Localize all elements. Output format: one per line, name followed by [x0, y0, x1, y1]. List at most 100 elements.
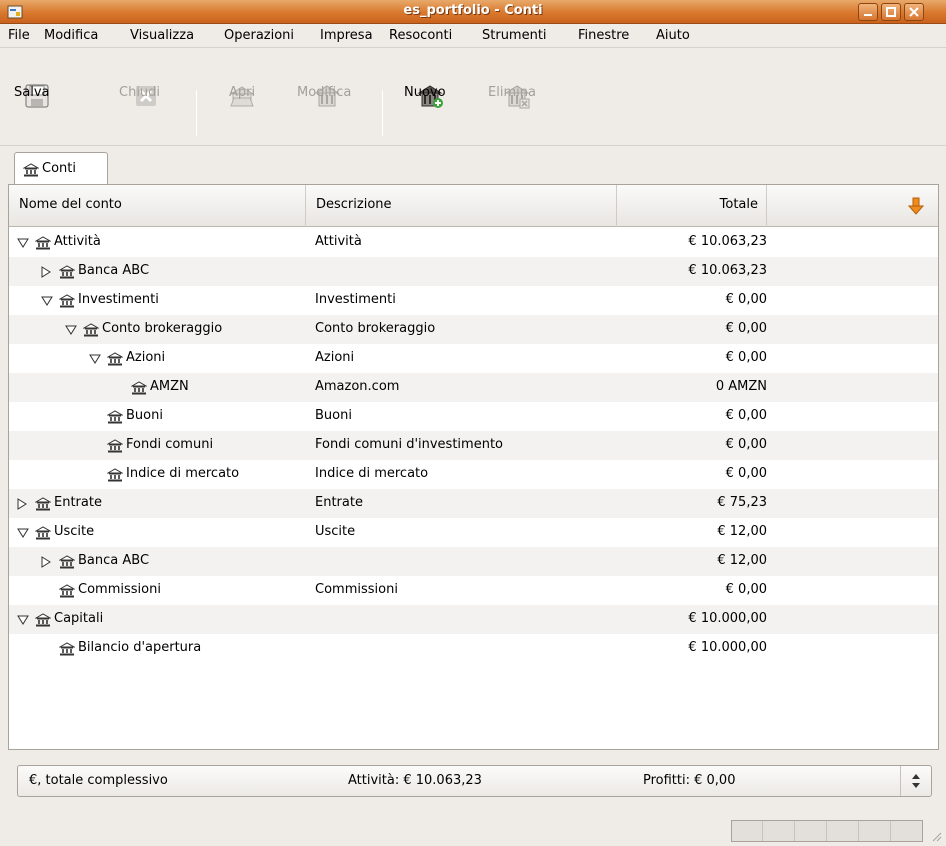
tab-conti[interactable]: Conti: [14, 152, 108, 185]
bank-icon: [106, 351, 124, 371]
menu-aiuto[interactable]: Aiuto: [656, 28, 690, 43]
maximize-button[interactable]: [881, 3, 901, 21]
close-icon: [909, 7, 919, 17]
menu-file[interactable]: File: [8, 28, 30, 43]
account-description: Investimenti: [315, 292, 396, 307]
bank-icon: [23, 163, 39, 177]
account-total: € 0,00: [725, 408, 767, 423]
resize-grip-icon[interactable]: [930, 830, 942, 842]
expander-open-icon[interactable]: [17, 527, 29, 542]
account-name: Attività: [54, 234, 101, 249]
account-total: € 12,00: [717, 553, 767, 568]
up-down-arrows-icon: [912, 774, 920, 788]
table-row[interactable]: Attività Attività € 10.063,23: [9, 228, 938, 257]
summary-profits: Profitti: € 0,00: [643, 773, 736, 788]
bank-icon: [34, 496, 52, 516]
account-description: Buoni: [315, 408, 352, 423]
account-total: € 10.063,23: [688, 263, 767, 278]
table-row[interactable]: Banca ABC € 12,00: [9, 547, 938, 576]
delete-label: Elimina: [488, 85, 536, 100]
expander-closed-icon[interactable]: [41, 556, 51, 572]
edit-label: Modifica: [297, 85, 352, 100]
column-header-total[interactable]: Totale: [617, 185, 767, 227]
menu-resoconti[interactable]: Resoconti: [389, 28, 452, 43]
minimize-button[interactable]: [858, 3, 878, 21]
table-row[interactable]: Uscite Uscite € 12,00: [9, 518, 938, 547]
menu-operazioni[interactable]: Operazioni: [224, 28, 294, 43]
table-row[interactable]: Bilancio d'apertura € 10.000,00: [9, 634, 938, 663]
table-row[interactable]: Conto brokeraggio Conto brokeraggio € 0,00: [9, 315, 938, 344]
account-name: Indice di mercato: [126, 466, 240, 481]
table-row[interactable]: Buoni Buoni € 0,00: [9, 402, 938, 431]
expander-closed-icon[interactable]: [17, 498, 27, 514]
account-total: € 0,00: [725, 321, 767, 336]
bank-icon: [34, 525, 52, 545]
tree-header: Nome del conto Descrizione Totale: [9, 185, 938, 227]
window-title: es_portfolio - Conti: [403, 3, 543, 18]
table-row[interactable]: Banca ABC € 10.063,23: [9, 257, 938, 286]
expander-closed-icon[interactable]: [41, 266, 51, 282]
open-label: Apri: [229, 85, 256, 100]
account-description: Fondi comuni d'investimento: [315, 437, 503, 452]
new-label: Nuovo: [404, 85, 446, 100]
summary-bar[interactable]: €, totale complessivo Attività: € 10.063…: [17, 765, 932, 797]
close-window-button[interactable]: [904, 3, 924, 21]
column-selector-arrow-icon[interactable]: [907, 197, 925, 215]
bank-icon: [34, 235, 52, 255]
menu-impresa[interactable]: Impresa: [320, 28, 373, 43]
account-description: Azioni: [315, 350, 355, 365]
column-header-description[interactable]: Descrizione: [306, 185, 617, 227]
account-name: Fondi comuni: [126, 437, 214, 452]
account-name: Conto brokeraggio: [102, 321, 223, 336]
account-description: Indice di mercato: [315, 466, 429, 481]
menu-bar: File Modifica Visualizza Operazioni Impr…: [0, 24, 946, 48]
account-name: Entrate: [54, 495, 102, 510]
account-name: AMZN: [150, 379, 189, 394]
account-description: Entrate: [315, 495, 363, 510]
menu-strumenti[interactable]: Strumenti: [482, 28, 547, 43]
table-row[interactable]: Capitali € 10.000,00: [9, 605, 938, 634]
account-total: € 10.000,00: [688, 611, 767, 626]
account-description: Amazon.com: [315, 379, 400, 394]
expander-open-icon[interactable]: [17, 237, 29, 252]
account-name: Uscite: [54, 524, 95, 539]
title-bar[interactable]: es_portfolio - Conti: [0, 0, 946, 24]
table-row[interactable]: Indice di mercato Indice di mercato € 0,00: [9, 460, 938, 489]
table-row[interactable]: Entrate Entrate € 75,23: [9, 489, 938, 518]
bank-icon: [58, 554, 76, 574]
account-name: Investimenti: [78, 292, 159, 307]
account-total: 0 AMZN: [715, 379, 767, 394]
account-name: Bilancio d'apertura: [78, 640, 202, 655]
toolbar-separator: [196, 90, 197, 136]
table-row[interactable]: AMZN Amazon.com 0 AMZN: [9, 373, 938, 402]
menu-modifica[interactable]: Modifica: [44, 28, 98, 43]
bank-icon: [58, 264, 76, 284]
column-header-name[interactable]: Nome del conto: [9, 185, 306, 227]
account-name: Banca ABC: [78, 553, 150, 568]
bank-icon: [106, 438, 124, 458]
expander-open-icon[interactable]: [65, 324, 77, 339]
table-row[interactable]: Fondi comuni Fondi comuni d'investimento €…: [9, 431, 938, 460]
account-total: € 12,00: [717, 524, 767, 539]
expander-open-icon[interactable]: [41, 295, 53, 310]
table-row[interactable]: Azioni Azioni € 0,00: [9, 344, 938, 373]
expander-open-icon[interactable]: [89, 353, 101, 368]
bank-icon: [130, 380, 148, 400]
account-total: € 0,00: [725, 350, 767, 365]
bank-icon: [82, 322, 100, 342]
account-description: Conto brokeraggio: [315, 321, 436, 336]
account-total: € 10.000,00: [688, 640, 767, 655]
accounts-tree[interactable]: Nome del conto Descrizione Totale Attivi…: [8, 184, 939, 750]
minimize-icon: [864, 14, 872, 16]
menu-finestre[interactable]: Finestre: [578, 28, 629, 43]
table-row[interactable]: Investimenti Investimenti € 0,00: [9, 286, 938, 315]
account-total: € 0,00: [725, 582, 767, 597]
summary-selector[interactable]: [900, 766, 932, 796]
summary-assets: Attività: € 10.063,23: [348, 773, 482, 788]
tab-label: Conti: [42, 161, 76, 176]
account-description: Commissioni: [315, 582, 398, 597]
expander-open-icon[interactable]: [17, 614, 29, 629]
toolbar-separator: [382, 90, 383, 136]
table-row[interactable]: Commissioni Commissioni € 0,00: [9, 576, 938, 605]
menu-visualizza[interactable]: Visualizza: [130, 28, 194, 43]
